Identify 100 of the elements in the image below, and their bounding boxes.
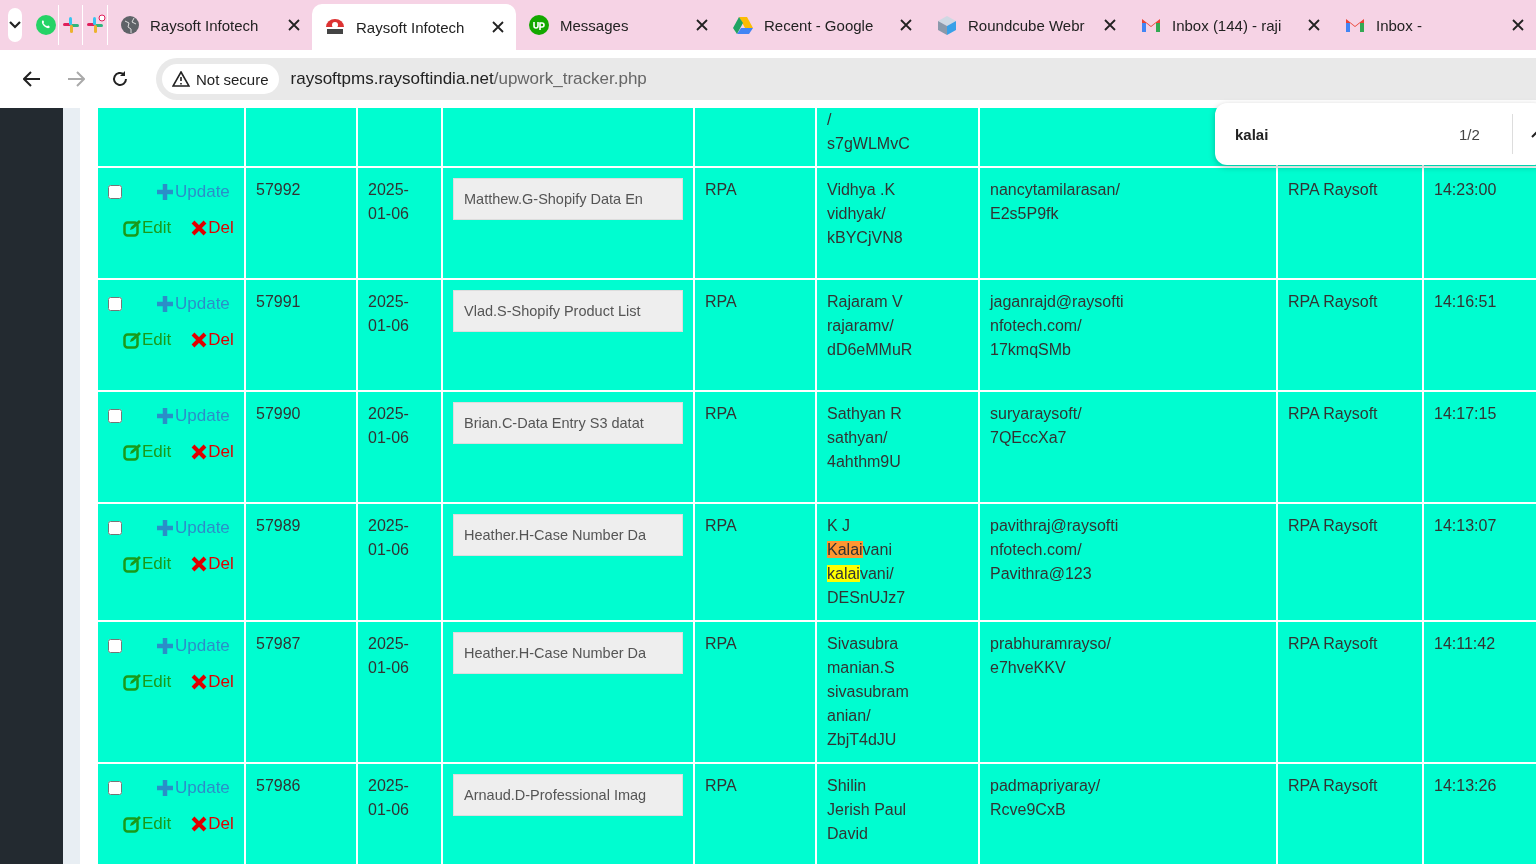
delete-link[interactable]: Del <box>191 330 234 350</box>
cross-icon <box>191 674 208 690</box>
edit-icon <box>123 555 141 573</box>
delete-link[interactable]: Del <box>191 814 234 834</box>
delete-link[interactable]: Del <box>191 442 234 462</box>
close-icon <box>1308 19 1320 31</box>
close-icon <box>1104 19 1116 31</box>
title-field[interactable]: Brian.C-Data Entry S3 datat <box>453 402 683 444</box>
table-cell: Vidhya .K vidhyak/ kBYCjVN8 <box>816 167 979 279</box>
table-cell: RPA Raysoft <box>1277 167 1423 279</box>
update-link[interactable]: Update <box>156 406 230 426</box>
update-link[interactable]: Update <box>156 778 230 798</box>
delete-link[interactable]: Del <box>191 672 234 692</box>
table-cell: RPA <box>694 621 816 763</box>
table-cell: RPA Raysoft <box>1277 279 1423 391</box>
table-cell: RPA <box>694 503 816 621</box>
chevron-down-icon <box>8 20 23 30</box>
browser-tab[interactable]: Raysoft Infotech <box>108 5 312 45</box>
edit-link[interactable]: Edit <box>123 814 172 834</box>
table-cell: 57990 <box>245 391 357 503</box>
plus-icon <box>156 779 174 797</box>
url-text: raysoftpms.raysoftindia.net/upwork_tracker.php <box>290 69 647 89</box>
table-cell: RPA Raysoft <box>1277 503 1423 621</box>
browser-tab[interactable]: Raysoft Infotech <box>312 4 516 50</box>
table-cell: pavithraj@raysofti nfotech.com/ Pavithra@123 <box>979 503 1277 621</box>
cube-icon <box>936 14 958 36</box>
browser-tab[interactable]: Roundcube Webr <box>924 5 1128 45</box>
mail-icon <box>1140 16 1162 34</box>
tab-search-button[interactable] <box>8 8 23 42</box>
table-cell: RPA <box>694 279 816 391</box>
table-cell: 2025- 01-06 <box>357 279 442 391</box>
table-cell: RPA <box>694 391 816 503</box>
match-count: 1/2 <box>1459 125 1481 143</box>
title-field[interactable]: Vlad.S-Shopify Product List <box>453 290 683 332</box>
title-field[interactable]: Arnaud.D-Professional Imag <box>453 774 683 816</box>
globe-icon <box>120 15 140 35</box>
edit-icon <box>123 815 141 833</box>
plus-icon <box>156 519 174 537</box>
edit-link[interactable]: Edit <box>123 218 172 238</box>
update-link[interactable]: Update <box>156 294 230 314</box>
row-checkbox[interactable] <box>108 408 122 423</box>
table-cell: RPA Raysoft <box>1277 621 1423 763</box>
table-cell: prabhuramrayso/ e7hveKKV <box>979 621 1277 763</box>
table-cell: 57989 <box>245 503 357 621</box>
warning-icon <box>172 71 190 87</box>
table-cell: 57992 <box>245 167 357 279</box>
close-icon <box>492 21 504 33</box>
browser-tab[interactable]: Recent - Google <box>720 5 924 45</box>
close-icon <box>1512 19 1524 31</box>
table-cell: RPA Raysoft <box>1277 391 1423 503</box>
close-icon <box>288 19 300 31</box>
row-checkbox[interactable] <box>108 520 122 535</box>
delete-link[interactable]: Del <box>191 218 234 238</box>
table-cell: Rajaram V rajaramv/ dD6eMMuR <box>816 279 979 391</box>
table-cell: nancytamilarasan/ E2s5P9fk <box>979 167 1277 279</box>
find-field[interactable]: kalai <box>1235 125 1435 143</box>
edit-link[interactable]: Edit <box>123 442 172 462</box>
edit-link[interactable]: Edit <box>123 330 172 350</box>
edit-icon <box>123 331 141 349</box>
table-cell: 57991 <box>245 279 357 391</box>
edit-link[interactable]: Edit <box>123 554 172 574</box>
title-field[interactable]: Heather.H-Case Number Da <box>453 514 683 556</box>
row-checkbox[interactable] <box>108 184 122 199</box>
address-bar[interactable]: Not secure raysoftpms.raysoftindia.net/upwork_tracker.php <box>156 58 1536 100</box>
table-cell: RPA <box>694 167 816 279</box>
update-link[interactable]: Update <box>156 182 230 202</box>
plus-icon <box>156 407 174 425</box>
table-cell: 57987 <box>245 621 357 763</box>
table-cell: Sivasubra manian.S sivasubram anian/ ZbjT4dJU <box>816 621 979 763</box>
cross-icon <box>191 332 208 348</box>
title-field[interactable]: Matthew.G-Shopify Data En <box>453 178 683 220</box>
edit-icon <box>123 673 141 691</box>
forward-arrow-icon <box>67 71 85 87</box>
row-checkbox[interactable] <box>108 780 122 795</box>
table-cell: 2025- 01-06 <box>357 167 442 279</box>
security-chip[interactable]: Not secure <box>162 64 279 94</box>
table-cell: Sathyan R sathyan/ 4ahthm9U <box>816 391 979 503</box>
plus-icon <box>156 637 174 655</box>
slack-icon <box>84 14 107 36</box>
upwork-icon <box>528 14 550 36</box>
row-checkbox[interactable] <box>108 638 122 653</box>
cross-icon <box>191 556 208 572</box>
whatsapp-icon <box>34 14 57 36</box>
browser-tab[interactable]: Inbox - <box>1332 5 1536 45</box>
delete-link[interactable]: Del <box>191 554 234 574</box>
update-link[interactable]: Update <box>156 636 230 656</box>
reload-icon <box>111 70 129 88</box>
drive-icon <box>732 15 754 35</box>
logo-icon <box>324 17 346 37</box>
plus-icon <box>156 183 174 201</box>
title-field[interactable]: Heather.H-Case Number Da <box>453 632 683 674</box>
table-cell: jaganrajd@raysofti nfotech.com/ 17kmqSMb <box>979 279 1277 391</box>
browser-tab[interactable]: Inbox (144) - raji <box>1128 5 1332 45</box>
update-link[interactable]: Update <box>156 518 230 538</box>
browser-tab[interactable]: Messages <box>516 5 720 45</box>
close-icon <box>900 19 912 31</box>
edit-link[interactable]: Edit <box>123 672 172 692</box>
row-checkbox[interactable] <box>108 296 122 311</box>
plus-icon <box>156 295 174 313</box>
table-cell: suryaraysoft/ 7QEccXa7 <box>979 391 1277 503</box>
